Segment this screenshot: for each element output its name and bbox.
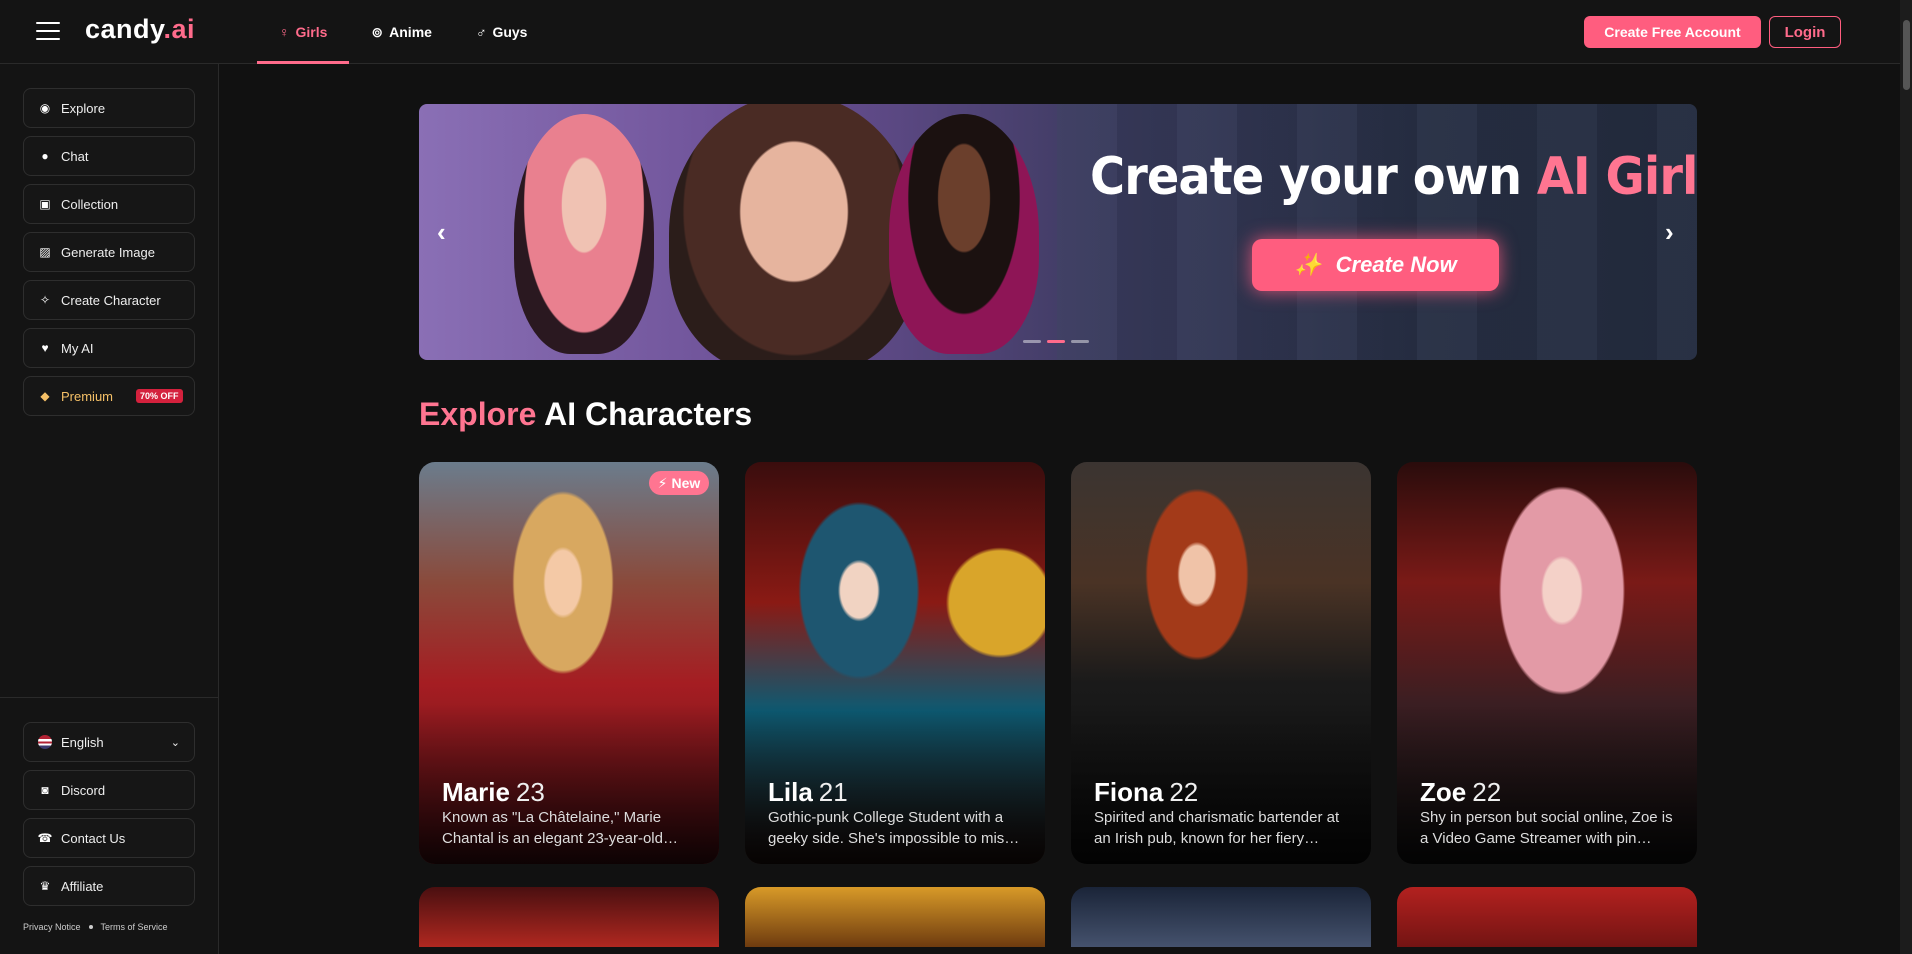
- character-age: 22: [1472, 777, 1502, 807]
- hamburger-menu-icon[interactable]: [36, 22, 60, 40]
- discount-badge: 70% OFF: [136, 389, 183, 403]
- tab-girls[interactable]: ♀ Girls: [257, 0, 350, 64]
- page-scrollbar[interactable]: [1900, 0, 1912, 954]
- create-now-button[interactable]: ✨ Create Now: [1252, 239, 1499, 291]
- character-description: Known as "La Châtelaine," Marie Chantal …: [442, 809, 678, 847]
- sidebar-item-collection[interactable]: ▣ Collection: [23, 184, 195, 224]
- character-card-fiona[interactable]: Fiona 22 Spirited and charismatic bartend…: [1071, 462, 1371, 864]
- diamond-icon: ◆: [40, 389, 50, 403]
- image-icon: ▨: [39, 245, 51, 259]
- sidebar-item-my-ai[interactable]: ♥ My AI: [23, 328, 195, 368]
- character-name: Lila 21: [768, 777, 848, 807]
- character-age: 23: [515, 777, 545, 807]
- section-title: Explore AI Characters: [419, 396, 753, 432]
- banner-background: [1057, 104, 1697, 360]
- character-description: Shy in person but social online, Zoe is …: [1420, 809, 1673, 847]
- login-button[interactable]: Login: [1769, 16, 1841, 48]
- character-card[interactable]: [1071, 887, 1371, 947]
- scrollbar-thumb[interactable]: [1903, 20, 1910, 90]
- promo-banner[interactable]: Create your own AI Girlfriend ✨Create No…: [419, 104, 1697, 360]
- sidebar-item-premium[interactable]: ◆ Premium 70% OFF: [23, 376, 195, 416]
- discord-icon: ◙: [41, 783, 49, 797]
- sidebar-item-create-character[interactable]: ✧ Create Character: [23, 280, 195, 320]
- anime-swirl-icon: ⊚: [371, 23, 384, 40]
- sparkle-icon: ⚡: [657, 474, 668, 491]
- character-age: 21: [818, 777, 848, 807]
- banner-character-image: [669, 104, 919, 360]
- create-account-button[interactable]: Create Free Account: [1584, 16, 1761, 48]
- chevron-down-icon: ⌄: [170, 736, 180, 749]
- tab-anime[interactable]: ⊚ Anime: [349, 0, 454, 64]
- sidebar-item-discord[interactable]: ◙ Discord: [23, 770, 195, 810]
- character-description: Gothic-punk College Student with a geeky…: [768, 809, 1020, 847]
- sidebar-divider: [0, 697, 219, 698]
- character-card[interactable]: [419, 887, 719, 947]
- banner-character-image: [889, 114, 1039, 354]
- character-name: Fiona 22: [1094, 777, 1199, 807]
- sidebar-item-contact-us[interactable]: ☎ Contact Us: [23, 818, 195, 858]
- magic-wand-icon: ✨: [1294, 252, 1322, 277]
- carousel-prev-arrow-icon[interactable]: ‹: [437, 217, 446, 248]
- heart-icon: ♥: [41, 341, 49, 355]
- new-badge: ⚡ New: [649, 471, 709, 495]
- category-tabs: ♀ Girls ⊚ Anime ♂ Guys: [257, 0, 549, 64]
- trophy-icon: ♛: [39, 879, 51, 893]
- sidebar: ◉ Explore ● Chat ▣ Collection ▨ Generate Ima…: [0, 64, 219, 954]
- compass-icon: ◉: [39, 101, 51, 115]
- character-name: Marie 23: [442, 777, 545, 807]
- top-header: candy.ai ♀ Girls ⊚ Anime ♂ Guys Create Free…: [0, 0, 1900, 64]
- collection-icon: ▣: [39, 197, 51, 211]
- carousel-dot[interactable]: [1071, 340, 1089, 343]
- us-flag-icon: [38, 735, 52, 749]
- carousel-next-arrow-icon[interactable]: ›: [1665, 217, 1674, 248]
- character-age: 22: [1169, 777, 1199, 807]
- female-symbol-icon: ♀: [279, 24, 290, 40]
- sidebar-item-explore[interactable]: ◉ Explore: [23, 88, 195, 128]
- language-select[interactable]: English ⌄: [23, 722, 195, 762]
- character-card[interactable]: [1397, 887, 1697, 947]
- terms-link[interactable]: Terms of Service: [101, 922, 168, 932]
- privacy-notice-link[interactable]: Privacy Notice: [23, 922, 81, 932]
- logo[interactable]: candy.ai: [85, 14, 195, 45]
- male-symbol-icon: ♂: [475, 24, 487, 40]
- magic-wand-icon: ✧: [39, 293, 51, 307]
- character-name: Zoe 22: [1420, 777, 1502, 807]
- character-card-zoe[interactable]: Zoe 22 Shy in person but social online, Z…: [1397, 462, 1697, 864]
- phone-icon: ☎: [37, 831, 53, 845]
- carousel-dot-active[interactable]: [1047, 340, 1065, 343]
- sidebar-item-chat[interactable]: ● Chat: [23, 136, 195, 176]
- separator-dot: [88, 925, 93, 929]
- character-card[interactable]: [745, 887, 1045, 947]
- carousel-dot[interactable]: [1023, 340, 1041, 343]
- sidebar-item-generate-image[interactable]: ▨ Generate Image: [23, 232, 195, 272]
- banner-title: Create your own AI Girlfriend: [1090, 147, 1697, 207]
- sidebar-item-affiliate[interactable]: ♛ Affiliate: [23, 866, 195, 906]
- footer-links: Privacy Notice Terms of Service: [23, 922, 168, 932]
- chat-bubble-icon: ●: [41, 149, 49, 163]
- character-card-lila[interactable]: Lila 21 Gothic-punk College Student with …: [745, 462, 1045, 864]
- banner-character-image: [514, 114, 654, 354]
- character-card-marie[interactable]: ⚡ New Marie 23 Known as "La Châtelaine," M…: [419, 462, 719, 864]
- tab-guys[interactable]: ♂ Guys: [454, 0, 550, 64]
- carousel-indicators: [1023, 340, 1089, 343]
- character-description: Spirited and charismatic bartender at an…: [1094, 809, 1340, 847]
